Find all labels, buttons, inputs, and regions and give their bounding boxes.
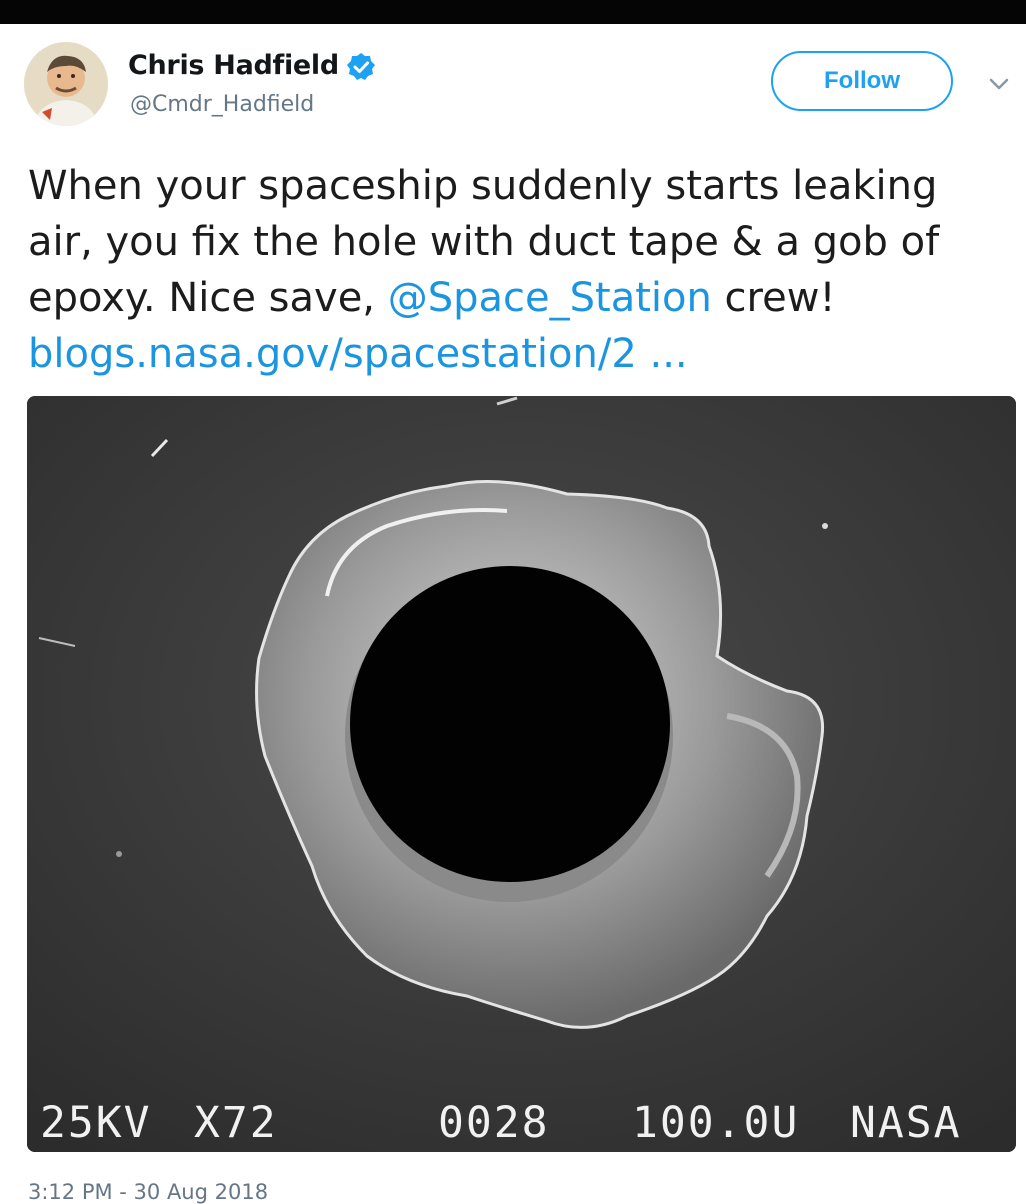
micrograph-image [27, 396, 1016, 1152]
author-display-name[interactable]: Chris Hadfield [128, 50, 339, 81]
follow-button[interactable]: Follow [771, 51, 953, 111]
chevron-down-icon[interactable] [988, 76, 1010, 92]
tweet-text-segment: crew! [711, 275, 836, 321]
top-status-bar [0, 0, 1026, 24]
tweet-timestamp[interactable]: 3:12 PM - 30 Aug 2018 [28, 1180, 268, 1204]
tweet-text-line: When your spaceship suddenly starts leak… [28, 163, 938, 209]
verified-badge-icon [347, 53, 375, 80]
author-handle[interactable]: @Cmdr_Hadfield [130, 92, 314, 117]
sem-source-label: NASA [850, 1098, 962, 1148]
sem-scale-label: 100.0U [632, 1098, 800, 1148]
avatar[interactable] [24, 42, 108, 126]
tweet-text: When your spaceship suddenly starts leak… [28, 158, 1018, 382]
tweet-text-line: epoxy. Nice save, @Space_Station crew! [28, 270, 1018, 326]
tweet-text-line: air, you fix the hole with duct tape & a… [28, 219, 940, 265]
sem-frame-label: 0028 [438, 1098, 550, 1148]
tweet-photo[interactable] [27, 396, 1016, 1152]
tweet-text-segment: epoxy. Nice save, [28, 275, 388, 321]
sem-voltage-label: 25KV [40, 1098, 152, 1148]
url-link[interactable]: blogs.nasa.gov/spacestation/2 ... [28, 326, 1018, 382]
mention-link[interactable]: @Space_Station [388, 275, 712, 321]
sem-magnification-label: X72 [194, 1098, 278, 1148]
